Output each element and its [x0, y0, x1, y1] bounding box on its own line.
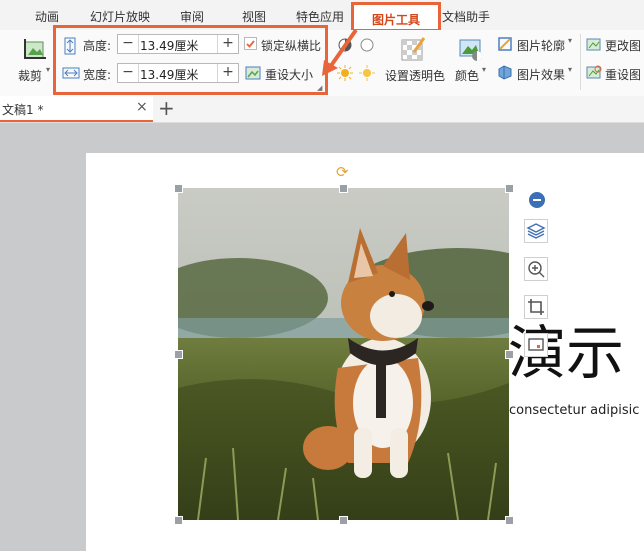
crop-dropdown-icon[interactable]: ▾	[46, 65, 50, 74]
ribbon-divider	[580, 34, 581, 90]
tab-view[interactable]: 视图	[242, 8, 266, 25]
tab-review[interactable]: 审阅	[180, 8, 204, 25]
new-tab-icon[interactable]: +	[158, 96, 175, 120]
document-tab-title: 文稿1 *	[2, 103, 44, 117]
picture-frame-button[interactable]	[524, 333, 548, 357]
document-tab[interactable]: 文稿1 * ×	[0, 96, 153, 122]
set-transparent-color-button[interactable]: 设置透明色	[385, 67, 445, 84]
crop-tool-button[interactable]	[524, 295, 548, 319]
resize-handle-right[interactable]	[505, 350, 514, 359]
annotation-arrow	[322, 28, 358, 76]
reset-picture-button[interactable]: 重设图	[605, 66, 641, 83]
color-dropdown-icon[interactable]: ▾	[482, 65, 486, 74]
change-picture-icon[interactable]	[586, 36, 602, 52]
layers-button[interactable]	[524, 219, 548, 243]
change-picture-button[interactable]: 更改图	[605, 37, 641, 54]
tab-special-apps[interactable]: 特色应用	[296, 8, 344, 25]
size-group-highlight	[53, 25, 328, 95]
crop-icon[interactable]	[23, 38, 47, 62]
collapse-icon[interactable]	[529, 192, 545, 208]
document-tab-bar: 文稿1 * × +	[0, 96, 644, 123]
tab-animation[interactable]: 动画	[35, 8, 59, 25]
tab-picture-tools-label: 图片工具	[371, 13, 420, 27]
close-tab-icon[interactable]: ×	[136, 99, 148, 115]
zoom-in-button[interactable]	[524, 257, 548, 281]
resize-handle-bottom-right[interactable]	[505, 516, 514, 525]
picture-effect-icon[interactable]	[497, 64, 513, 80]
outline-dropdown-icon[interactable]: ▾	[568, 36, 572, 45]
color-icon[interactable]	[458, 36, 484, 62]
picture-outline-icon[interactable]	[497, 36, 513, 52]
color-button[interactable]: 颜色	[455, 67, 479, 84]
slide-body-text[interactable]: consectetur adipisic	[509, 403, 639, 418]
rotate-handle-icon[interactable]: ⟳	[336, 163, 349, 181]
effect-dropdown-icon[interactable]: ▾	[568, 65, 572, 74]
set-transparent-color-icon[interactable]	[400, 36, 426, 62]
tab-slideshow[interactable]: 幻灯片放映	[90, 8, 150, 25]
reset-picture-icon[interactable]	[586, 64, 602, 80]
resize-handle-left[interactable]	[174, 350, 183, 359]
crop-button[interactable]: 裁剪	[18, 67, 42, 84]
resize-handle-top[interactable]	[339, 184, 348, 193]
resize-handle-bottom-left[interactable]	[174, 516, 183, 525]
resize-handle-top-right[interactable]	[505, 184, 514, 193]
tab-picture-tools[interactable]: 图片工具	[351, 2, 441, 32]
picture-outline-button[interactable]: 图片轮廓	[517, 37, 565, 54]
resize-handle-bottom[interactable]	[339, 516, 348, 525]
tab-doc-assistant[interactable]: 文档助手	[442, 8, 490, 25]
dog-photo[interactable]	[178, 188, 509, 520]
picture-effect-button[interactable]: 图片效果	[517, 66, 565, 83]
resize-handle-top-left[interactable]	[174, 184, 183, 193]
baidu-watermark: Bai 经验	[528, 485, 583, 501]
